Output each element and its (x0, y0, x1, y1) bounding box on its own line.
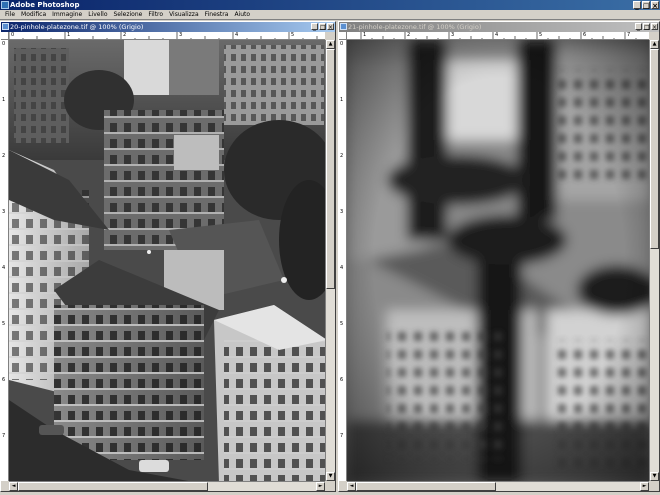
menu-bar: File Modifica Immagine Livello Selezione… (0, 10, 660, 20)
menu-livello[interactable]: Livello (85, 10, 110, 19)
document-1-titlebar[interactable]: 20-pinhole-platezone.tif @ 100% (Grigio)… (1, 22, 335, 32)
app-titlebar[interactable]: Adobe Photoshop _ □ × (0, 0, 660, 10)
maximize-button[interactable]: □ (642, 1, 650, 10)
scroll-right-button[interactable]: ► (640, 482, 649, 491)
scroll-up-button[interactable]: ▲ (326, 40, 335, 49)
ruler-label: 5 (340, 321, 344, 327)
scroll-thumb[interactable] (356, 482, 496, 491)
document-2-title: 21-pinhole-platezone.tif @ 100% (Grigio) (348, 23, 482, 31)
city-photo-pinhole-blurred (347, 40, 649, 481)
ruler-label: 3 (2, 209, 6, 215)
scroll-down-button[interactable]: ▼ (326, 472, 335, 481)
ruler-label: 3 (340, 209, 344, 215)
resize-grip[interactable] (325, 481, 335, 491)
document-1-horizontal-scrollbar[interactable]: ◄ ► (9, 481, 325, 491)
document-2-maximize-button[interactable]: □ (643, 23, 650, 31)
document-1-minimize-button[interactable]: _ (311, 23, 318, 31)
document-1-title: 20-pinhole-platezone.tif @ 100% (Grigio) (10, 23, 144, 31)
ruler-label: 6 (340, 377, 344, 383)
scroll-thumb[interactable] (650, 49, 659, 249)
document-2-left-ruler[interactable]: 0 1 2 3 4 5 6 7 (339, 40, 347, 481)
scroll-down-button[interactable]: ▼ (650, 472, 659, 481)
ruler-corner[interactable] (1, 32, 9, 40)
document-2-minimize-button[interactable]: _ (635, 23, 642, 31)
document-2-top-ruler[interactable]: 1 2 3 4 5 6 7 (347, 32, 649, 40)
photoshop-app-icon (1, 1, 9, 9)
ruler-label: 2 (340, 153, 344, 159)
document-1-left-ruler[interactable]: 0 1 2 3 4 5 6 7 (1, 40, 9, 481)
app-title: Adobe Photoshop (10, 1, 80, 9)
document-2-titlebar[interactable]: 21-pinhole-platezone.tif @ 100% (Grigio)… (339, 22, 659, 32)
app-window-controls: _ □ × (633, 1, 659, 10)
document-1-vertical-scrollbar[interactable]: ▲ ▼ (325, 40, 335, 481)
document-2-vertical-scrollbar[interactable]: ▲ ▼ (649, 40, 659, 481)
menu-filtro[interactable]: Filtro (145, 10, 166, 19)
document-window-1[interactable]: 20-pinhole-platezone.tif @ 100% (Grigio)… (0, 21, 336, 492)
document-1-canvas[interactable] (9, 40, 325, 481)
scroll-thumb[interactable] (18, 482, 208, 491)
document-2-horizontal-scrollbar[interactable]: ◄ ► (347, 481, 649, 491)
ruler-label: 6 (2, 377, 6, 383)
ruler-label: 1 (2, 97, 6, 103)
ruler-label: 4 (2, 265, 6, 271)
resize-grip[interactable] (649, 481, 659, 491)
close-button[interactable]: × (651, 1, 659, 10)
document-2-canvas[interactable] (347, 40, 649, 481)
ruler-label: 0 (340, 41, 344, 47)
ruler-label: 7 (2, 433, 6, 439)
document-icon (2, 23, 9, 30)
ruler-label: 5 (2, 321, 6, 327)
document-1-close-button[interactable]: × (327, 23, 334, 31)
menu-immagine[interactable]: Immagine (49, 10, 85, 19)
document-1-controls: _ □ × (311, 23, 334, 31)
menu-selezione[interactable]: Selezione (111, 10, 146, 19)
ruler-label: 2 (2, 153, 6, 159)
menu-file[interactable]: File (2, 10, 18, 19)
document-2-controls: _ □ × (635, 23, 658, 31)
menu-aiuto[interactable]: Aiuto (231, 10, 253, 19)
ruler-ticks (360, 32, 637, 39)
ruler-ticks (9, 32, 318, 39)
scroll-thumb[interactable] (326, 49, 335, 289)
scroll-left-button[interactable]: ◄ (9, 482, 18, 491)
document-2-close-button[interactable]: × (651, 23, 658, 31)
ruler-corner[interactable] (339, 32, 347, 40)
menu-visualizza[interactable]: Visualizza (166, 10, 202, 19)
minimize-button[interactable]: _ (633, 1, 641, 10)
scroll-left-button[interactable]: ◄ (347, 482, 356, 491)
menu-modifica[interactable]: Modifica (18, 10, 49, 19)
ruler-label: 1 (340, 97, 344, 103)
scroll-up-button[interactable]: ▲ (650, 40, 659, 49)
ruler-label: 0 (2, 41, 6, 47)
menu-finestra[interactable]: Finestra (202, 10, 232, 19)
ruler-label: 7 (340, 433, 344, 439)
scroll-right-button[interactable]: ► (316, 482, 325, 491)
document-window-2[interactable]: 21-pinhole-platezone.tif @ 100% (Grigio)… (338, 21, 660, 492)
document-1-top-ruler[interactable]: 0 1 2 3 4 5 (9, 32, 325, 40)
city-photo-sharp (9, 40, 325, 481)
ruler-label: 4 (340, 265, 344, 271)
document-1-maximize-button[interactable]: □ (319, 23, 326, 31)
document-icon (340, 23, 347, 30)
